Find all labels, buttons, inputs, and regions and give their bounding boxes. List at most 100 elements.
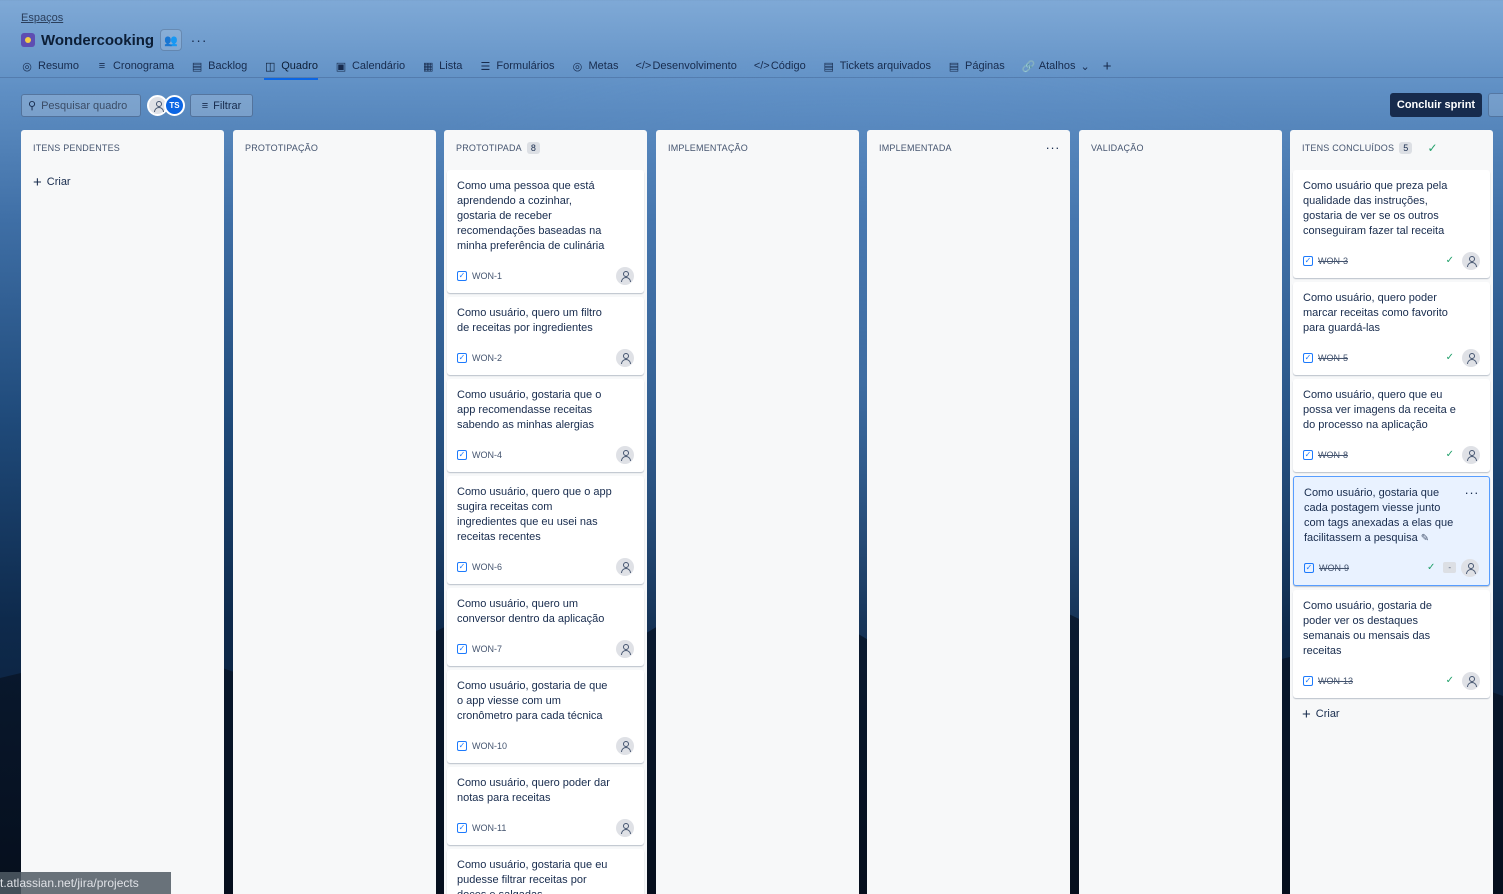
search-input[interactable]	[41, 99, 137, 112]
estimate-badge[interactable]: -	[1443, 562, 1456, 573]
issue-card[interactable]: Como usuário, quero que eu possa ver ima…	[1293, 379, 1490, 472]
issue-key[interactable]: WON-13	[1318, 676, 1353, 686]
globe-icon: ◎	[22, 60, 32, 73]
tab-quadro[interactable]: ◫ Quadro	[264, 57, 318, 80]
more-icon[interactable]: ···	[1046, 140, 1061, 155]
tab-lista[interactable]: ▦ Lista	[422, 57, 462, 75]
tab-desenvolvimento[interactable]: </> Desenvolvimento	[635, 57, 736, 75]
issue-card[interactable]: Como usuário, gostaria de poder ver os d…	[1293, 590, 1490, 698]
issue-card[interactable]: Como usuário, quero um filtro de receita…	[447, 297, 644, 375]
issue-key[interactable]: WON-11	[472, 823, 506, 833]
issue-key[interactable]: WON-6	[472, 562, 502, 572]
tab-backlog[interactable]: ▤ Backlog	[191, 57, 247, 75]
assignee-avatar[interactable]	[616, 266, 634, 285]
header-divider	[0, 77, 1503, 78]
issue-card[interactable]: Como usuário, quero poder dar notas para…	[447, 767, 644, 845]
issue-card[interactable]: Como usuário, quero poder marcar receita…	[1293, 282, 1490, 375]
more-icon[interactable]: ···	[188, 29, 210, 51]
story-checkbox-icon: ✓	[457, 561, 467, 572]
project-title: Wondercooking	[41, 31, 155, 49]
assignee-avatar[interactable]	[616, 557, 634, 576]
tab-atalhos[interactable]: 🔗 Atalhos ⌄	[1022, 57, 1090, 75]
archive-icon: ▤	[823, 60, 834, 73]
tab-resumo[interactable]: ◎ Resumo	[21, 57, 79, 75]
issue-key[interactable]: WON-5	[1318, 353, 1348, 363]
project-tabs: ◎ Resumo ≡ Cronograma ▤ Backlog ◫ Quadro ▣ Ca…	[21, 57, 1112, 80]
issue-card[interactable]: Como usuário, gostaria que eu pudesse fi…	[447, 849, 644, 894]
goals-icon: ◎	[572, 60, 583, 73]
issue-key[interactable]: WON-10	[472, 741, 507, 751]
issue-card[interactable]: Como usuário, gostaria de que o app vies…	[447, 670, 644, 763]
column-title: IMPLEMENTAÇÃO	[668, 143, 748, 153]
create-button[interactable]: + Criar	[1290, 707, 1493, 722]
issue-key[interactable]: WON-1	[472, 271, 502, 281]
issue-card[interactable]: Como usuário que preza pela qualidade da…	[1293, 170, 1490, 278]
story-checkbox-icon: ✓	[1303, 675, 1313, 686]
assignee-avatar[interactable]	[616, 736, 634, 755]
card-summary: Como usuário, quero que eu possa ver ima…	[1303, 389, 1456, 431]
issue-card[interactable]: Como uma pessoa que está aprendendo a co…	[447, 170, 644, 293]
issue-card[interactable]: Como usuário, quero que o app sugira rec…	[447, 476, 644, 584]
timeline-icon: ≡	[98, 60, 106, 72]
more-icon[interactable]: ···	[1465, 485, 1480, 500]
filter-button[interactable]: ≡ Filtrar	[190, 94, 253, 117]
board-options-button[interactable]	[1488, 93, 1503, 117]
person-icon	[1466, 352, 1477, 364]
assignee-avatar[interactable]	[616, 818, 634, 837]
team-icon[interactable]: 👥	[160, 29, 183, 51]
issue-card[interactable]: Como usuário, quero um conversor dentro …	[447, 588, 644, 666]
issue-key[interactable]: WON-4	[472, 450, 502, 460]
code-icon: </>	[753, 60, 770, 72]
issue-key[interactable]: WON-3	[1318, 256, 1348, 266]
issue-key[interactable]: WON-2	[472, 353, 502, 363]
edit-icon[interactable]: ✎	[1421, 533, 1429, 544]
create-button[interactable]: + Criar	[21, 175, 224, 190]
column-title: PROTOTIPADA	[456, 143, 522, 153]
list-icon: ▦	[422, 60, 434, 73]
tab-calendario[interactable]: ▣ Calendário	[335, 57, 405, 75]
assignee-avatar[interactable]	[1462, 251, 1480, 270]
tab-cronograma[interactable]: ≡ Cronograma	[96, 57, 174, 75]
issue-card-selected[interactable]: Como usuário, gostaria que cada postagem…	[1293, 476, 1490, 586]
tab-paginas[interactable]: ▤ Páginas	[948, 57, 1005, 75]
add-tab-icon[interactable]: +	[1103, 58, 1112, 75]
tab-tickets-arquivados[interactable]: ▤ Tickets arquivados	[823, 57, 931, 75]
complete-sprint-button[interactable]: Concluir sprint	[1390, 93, 1482, 117]
assignee-avatar[interactable]	[1461, 558, 1479, 577]
issue-key[interactable]: WON-9	[1319, 563, 1349, 573]
check-icon: ✓	[1427, 141, 1438, 155]
done-check-icon: ✓	[1445, 449, 1454, 460]
project-icon	[21, 33, 35, 47]
avatar[interactable]: TS	[164, 95, 185, 116]
tab-formularios[interactable]: ☰ Formulários	[479, 57, 554, 75]
issue-key[interactable]: WON-7	[472, 644, 502, 654]
column-validacao: VALIDAÇÃO	[1079, 130, 1282, 894]
issue-key[interactable]: WON-8	[1318, 450, 1348, 460]
search-icon: ⚲	[28, 100, 37, 112]
done-check-icon: ✓	[1445, 255, 1454, 266]
board-icon: ◫	[265, 60, 276, 73]
done-check-icon: ✓	[1445, 675, 1454, 686]
card-summary: Como usuário que preza pela qualidade da…	[1303, 180, 1448, 237]
assignee-avatar[interactable]	[1462, 348, 1480, 367]
breadcrumb-spaces[interactable]: Espaços	[21, 12, 63, 24]
assignee-avatar[interactable]	[1462, 671, 1480, 690]
card-summary: Como usuário, quero um conversor dentro …	[457, 598, 605, 625]
issue-card[interactable]: Como usuário, gostaria que o app recomen…	[447, 379, 644, 472]
card-summary: Como usuário, gostaria de que o app vies…	[457, 680, 608, 722]
story-checkbox-icon: ✓	[1303, 255, 1313, 266]
assignee-avatar[interactable]	[616, 445, 634, 464]
search-board[interactable]: ⚲	[21, 94, 141, 117]
link-icon: 🔗	[1021, 60, 1036, 73]
assignee-avatar[interactable]	[616, 639, 634, 658]
story-checkbox-icon: ✓	[457, 352, 467, 363]
card-summary: Como usuário, gostaria de poder ver os d…	[1303, 600, 1433, 657]
story-checkbox-icon: ✓	[1303, 449, 1313, 460]
assignee-avatar[interactable]	[1462, 445, 1480, 464]
assignee-avatar[interactable]	[616, 348, 634, 367]
person-icon	[1465, 562, 1476, 574]
forms-icon: ☰	[480, 60, 491, 73]
column-prototipacao: PROTOTIPAÇÃO	[233, 130, 436, 894]
tab-metas[interactable]: ◎ Metas	[571, 57, 619, 75]
tab-codigo[interactable]: </> Código	[754, 57, 806, 75]
